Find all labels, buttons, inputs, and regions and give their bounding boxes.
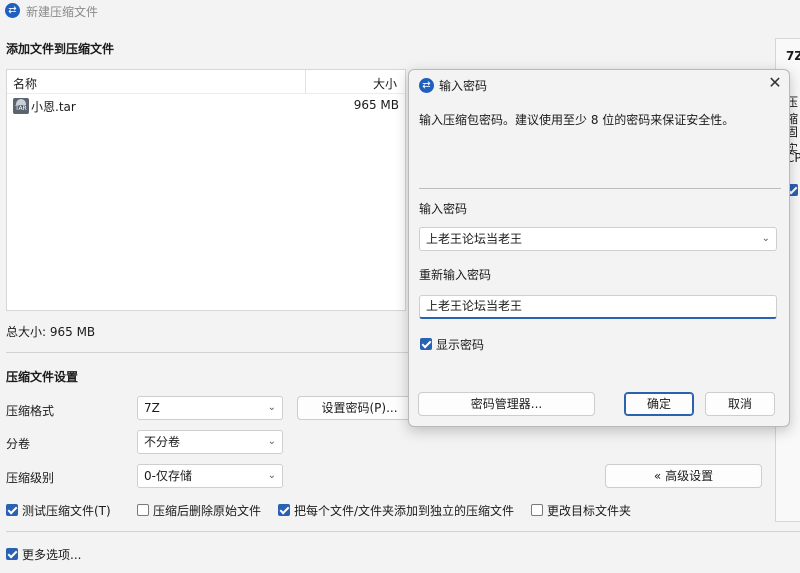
test-archive-label[interactable]: 测试压缩文件(T) xyxy=(22,502,111,519)
password-value: 上老王论坛当老王 xyxy=(426,232,523,246)
split-label: 分卷 xyxy=(6,437,31,451)
change-target-label[interactable]: 更改目标文件夹 xyxy=(547,502,631,519)
ok-button[interactable]: 确定 xyxy=(624,392,694,416)
show-password-checkbox[interactable] xyxy=(420,338,432,350)
delete-after-checkbox[interactable] xyxy=(137,504,149,516)
format-label: 压缩格式 xyxy=(6,404,55,418)
password-dialog: ⇄ 输入密码 ✕ 输入压缩包密码。建议使用至少 8 位的密码来保证安全性。 输入… xyxy=(408,69,790,427)
format-select[interactable]: 7Z ⌄ xyxy=(137,396,283,420)
password-combobox[interactable]: 上老王论坛当老王 ⌄ xyxy=(419,227,777,251)
more-options-label[interactable]: 更多选项... xyxy=(22,546,81,563)
advanced-settings-button[interactable]: « 高级设置 xyxy=(605,464,762,488)
level-label: 压缩级别 xyxy=(6,471,55,485)
file-size: 965 MB xyxy=(353,98,399,112)
dialog-title: 输入密码 xyxy=(439,79,488,93)
file-list-header: 名称 大小 xyxy=(7,70,405,94)
confirm-password-label: 重新输入密码 xyxy=(419,268,492,282)
column-divider[interactable] xyxy=(305,70,306,94)
total-size: 总大小: 965 MB xyxy=(6,325,96,339)
password-label: 输入密码 xyxy=(419,202,468,216)
split-select[interactable]: 不分卷 ⌄ xyxy=(137,430,283,454)
chevron-down-icon: ⌄ xyxy=(267,470,276,481)
title-bar: ⇄ 新建压缩文件 xyxy=(0,0,800,22)
app-logo-icon: ⇄ xyxy=(419,78,434,93)
chevron-down-icon: ⌄ xyxy=(267,436,276,447)
file-list[interactable]: 名称 大小 TAR 小恩.tar 965 MB xyxy=(6,69,406,311)
list-item[interactable]: TAR 小恩.tar 965 MB xyxy=(11,96,399,116)
change-target-checkbox[interactable] xyxy=(531,504,543,516)
chevron-down-icon[interactable]: ⌄ xyxy=(762,228,770,250)
column-size-header[interactable]: 大小 xyxy=(373,75,397,92)
tar-archive-icon: TAR xyxy=(13,98,29,114)
confirm-password-field[interactable]: 上老王论坛当老王 xyxy=(419,295,777,319)
file-name: 小恩.tar xyxy=(31,100,76,114)
divider xyxy=(6,531,800,532)
more-options-checkbox[interactable] xyxy=(6,548,18,560)
separate-archives-checkbox[interactable] xyxy=(278,504,290,516)
divider xyxy=(419,188,781,189)
chevron-down-icon: ⌄ xyxy=(267,402,276,413)
show-password-label[interactable]: 显示密码 xyxy=(436,336,484,353)
split-value: 不分卷 xyxy=(144,435,181,449)
set-password-button[interactable]: 设置密码(P)... xyxy=(297,396,422,420)
delete-after-label[interactable]: 压缩后删除原始文件 xyxy=(153,502,261,519)
column-name-header[interactable]: 名称 xyxy=(13,75,37,92)
app-logo-icon: ⇄ xyxy=(5,3,20,18)
separate-archives-label[interactable]: 把每个文件/文件夹添加到独立的压缩文件 xyxy=(294,502,514,519)
cancel-button[interactable]: 取消 xyxy=(705,392,775,416)
dialog-description: 输入压缩包密码。建议使用至少 8 位的密码来保证安全性。 xyxy=(419,113,735,127)
settings-title: 压缩文件设置 xyxy=(6,370,79,384)
format-value: 7Z xyxy=(144,401,160,415)
close-icon[interactable]: ✕ xyxy=(765,73,785,92)
level-select[interactable]: 0-仅存储 ⌄ xyxy=(137,464,283,488)
side-panel-format: 7Z xyxy=(786,49,800,63)
password-manager-button[interactable]: 密码管理器... xyxy=(418,392,595,416)
level-value: 0-仅存储 xyxy=(144,469,192,483)
window-title: 新建压缩文件 xyxy=(26,5,99,19)
add-files-title: 添加文件到压缩文件 xyxy=(6,42,115,56)
confirm-password-value: 上老王论坛当老王 xyxy=(426,299,523,313)
test-archive-checkbox[interactable] xyxy=(6,504,18,516)
